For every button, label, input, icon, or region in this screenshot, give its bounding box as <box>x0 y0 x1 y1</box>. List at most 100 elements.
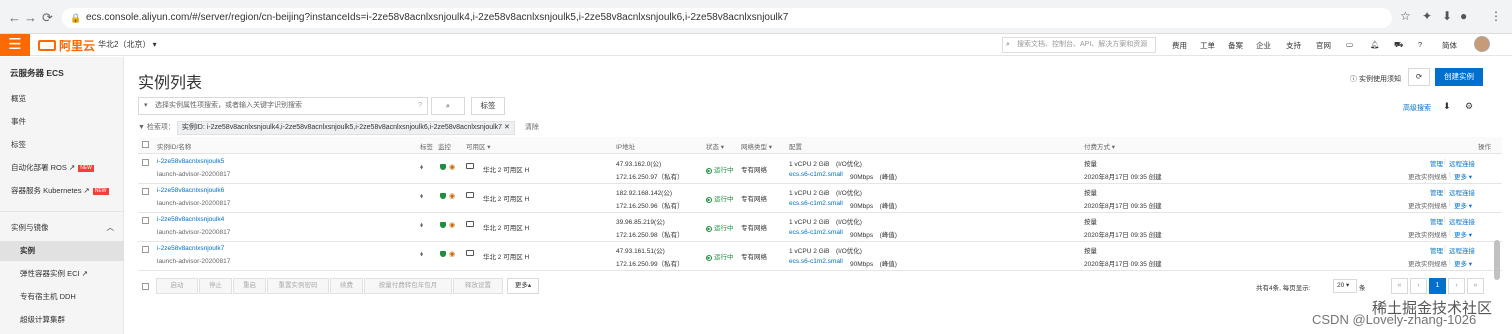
instance-id-link[interactable]: i-2ze58v8acnlxsnjoulk4 <box>157 216 224 223</box>
monitor-icon[interactable] <box>466 163 474 171</box>
change-spec-link[interactable]: 更改实例规格 <box>1408 171 1447 181</box>
monitor-icon[interactable] <box>466 192 474 200</box>
stop-button[interactable]: 停止 <box>199 278 232 294</box>
help-icon[interactable]: ? <box>1418 40 1422 49</box>
more-dropdown[interactable]: 更多 ▾ <box>1454 258 1472 268</box>
tag-icon[interactable]: ⬧ <box>420 193 423 201</box>
instance-type-link[interactable]: ecs.s6-c1m2.small <box>789 200 843 207</box>
security-icon[interactable] <box>440 222 448 230</box>
hamburger-menu-icon[interactable]: ☰ <box>0 34 30 56</box>
search-button[interactable]: ⌕ <box>431 97 465 115</box>
instance-id-link[interactable]: i-2ze58v8acnlxsnjoulk6 <box>157 187 224 194</box>
more-dropdown[interactable]: 更多 ▾ <box>1454 200 1472 210</box>
next-page-button[interactable]: › <box>1448 278 1465 294</box>
change-spec-link[interactable]: 更改实例规格 <box>1408 229 1447 239</box>
monitor-icon[interactable] <box>466 250 474 258</box>
sidebar-item-tags[interactable]: 标签 <box>0 135 124 155</box>
agent-icon[interactable]: ◉ <box>449 221 455 229</box>
instance-type-link[interactable]: ecs.s6-c1m2.small <box>789 258 843 265</box>
instance-id-link[interactable]: i-2ze58v8acnlxsnjoulk7 <box>157 245 224 252</box>
remove-filter-icon[interactable]: ✕ <box>504 124 510 131</box>
renew-button[interactable]: 续费 <box>330 278 363 294</box>
remote-connect-link[interactable]: 远程连接 <box>1449 216 1475 226</box>
manage-link[interactable]: 管理 <box>1430 158 1443 168</box>
star-icon[interactable]: ☆ <box>1400 9 1411 23</box>
terminal-icon[interactable]: ▭ <box>1346 40 1353 49</box>
sidebar-item-events[interactable]: 事件 <box>0 112 124 132</box>
download-icon[interactable]: ⬇ <box>1443 101 1451 112</box>
back-icon[interactable]: ← <box>8 10 21 25</box>
sidebar-item-instances[interactable]: 实例 <box>0 241 124 261</box>
header-network[interactable]: 网络类型 ▾ <box>741 141 772 151</box>
manage-link[interactable]: 管理 <box>1430 216 1443 226</box>
row-checkbox[interactable] <box>142 159 149 166</box>
page-size-select[interactable]: 20 ▾ <box>1333 279 1357 293</box>
aliyun-logo[interactable]: 阿里云 <box>38 37 95 54</box>
row-checkbox[interactable] <box>142 246 149 253</box>
row-checkbox[interactable] <box>142 217 149 224</box>
first-page-button[interactable]: « <box>1391 278 1408 294</box>
header-status[interactable]: 状态 ▾ <box>706 141 724 151</box>
create-instance-button[interactable]: 创建实例 <box>1435 68 1483 86</box>
global-search-input[interactable]: ⌕ 搜索文档、控制台、API、解决方案和资源 <box>1002 37 1156 53</box>
instance-type-link[interactable]: ecs.s6-c1m2.small <box>789 229 843 236</box>
more-actions-button[interactable]: 更多▴ <box>507 278 539 294</box>
agent-icon[interactable]: ◉ <box>449 163 455 171</box>
bell-icon[interactable]: 🔔︎ <box>1370 40 1380 49</box>
sidebar-item-kubernetes[interactable]: 容器服务 Kubernetes ↗ NEW <box>0 181 124 201</box>
user-avatar[interactable] <box>1474 36 1490 52</box>
sync-icon[interactable]: ⬇ <box>1442 9 1452 23</box>
sidebar-item-scc[interactable]: 超级计算集群 <box>0 310 124 330</box>
monitor-icon[interactable] <box>466 221 474 229</box>
nav-official-site[interactable]: 官网 <box>1316 40 1331 51</box>
security-icon[interactable] <box>440 251 448 259</box>
remote-connect-link[interactable]: 远程连接 <box>1449 158 1475 168</box>
select-all-checkbox-footer[interactable] <box>142 283 149 290</box>
security-icon[interactable] <box>440 193 448 201</box>
sidebar-item-overview[interactable]: 概览 <box>0 89 124 109</box>
tag-filter-button[interactable]: 标签 <box>471 97 505 115</box>
advanced-search-link[interactable]: 高级搜索 <box>1403 103 1431 113</box>
change-spec-link[interactable]: 更改实例规格 <box>1408 258 1447 268</box>
sidebar-item-eci[interactable]: 弹性容器实例 ECI ↗ <box>0 264 124 284</box>
manage-link[interactable]: 管理 <box>1430 245 1443 255</box>
language-switch[interactable]: 简体 <box>1442 40 1457 51</box>
sidebar-item-ddh[interactable]: 专有宿主机 DDH <box>0 287 124 307</box>
prev-page-button[interactable]: ‹ <box>1410 278 1427 294</box>
profile-icon[interactable]: ● <box>1460 9 1467 23</box>
nav-ticket[interactable]: 工单 <box>1200 40 1215 51</box>
tag-icon[interactable]: ⬧ <box>420 251 423 259</box>
menu-dots-icon[interactable]: ⋮ <box>1490 9 1502 23</box>
scrollbar[interactable] <box>1494 240 1500 280</box>
more-dropdown[interactable]: 更多 ▾ <box>1454 229 1472 239</box>
tag-icon[interactable]: ⬧ <box>420 164 423 172</box>
help-link[interactable]: ⓘ 实例使用须知 <box>1350 74 1401 84</box>
security-icon[interactable] <box>440 164 448 172</box>
restart-button[interactable]: 重启 <box>233 278 266 294</box>
reload-icon[interactable]: ⟳ <box>42 10 53 26</box>
nav-support[interactable]: 支持 <box>1286 40 1301 51</box>
remote-connect-link[interactable]: 远程连接 <box>1449 187 1475 197</box>
more-dropdown[interactable]: 更多 ▾ <box>1454 171 1472 181</box>
clear-filters-link[interactable]: 清除 <box>525 124 539 131</box>
convert-subscription-button[interactable]: 按量付费转包年包月 <box>364 278 452 294</box>
region-selector[interactable]: 华北2（北京） ▾ <box>98 39 157 50</box>
instance-type-link[interactable]: ecs.s6-c1m2.small <box>789 171 843 178</box>
tag-icon[interactable]: ⬧ <box>420 222 423 230</box>
extension-icon[interactable]: ✦ <box>1422 9 1432 23</box>
remote-connect-link[interactable]: 远程连接 <box>1449 245 1475 255</box>
sidebar-group-instances-images[interactable]: 实例与镜像 ︿ <box>0 218 124 238</box>
manage-link[interactable]: 管理 <box>1430 187 1443 197</box>
nav-enterprise[interactable]: 企业 <box>1256 40 1271 51</box>
agent-icon[interactable]: ◉ <box>449 250 455 258</box>
nav-icp[interactable]: 备案 <box>1228 40 1243 51</box>
change-spec-link[interactable]: 更改实例规格 <box>1408 200 1447 210</box>
last-page-button[interactable]: » <box>1467 278 1484 294</box>
header-zone[interactable]: 可用区 ▾ <box>466 141 491 151</box>
header-billing[interactable]: 付费方式 ▾ <box>1084 141 1115 151</box>
forward-icon[interactable]: → <box>24 10 37 25</box>
start-button[interactable]: 启动 <box>156 278 198 294</box>
instance-id-link[interactable]: i-2ze58v8acnlxsnjoulk5 <box>157 158 224 165</box>
nav-billing[interactable]: 费用 <box>1172 40 1187 51</box>
row-checkbox[interactable] <box>142 188 149 195</box>
